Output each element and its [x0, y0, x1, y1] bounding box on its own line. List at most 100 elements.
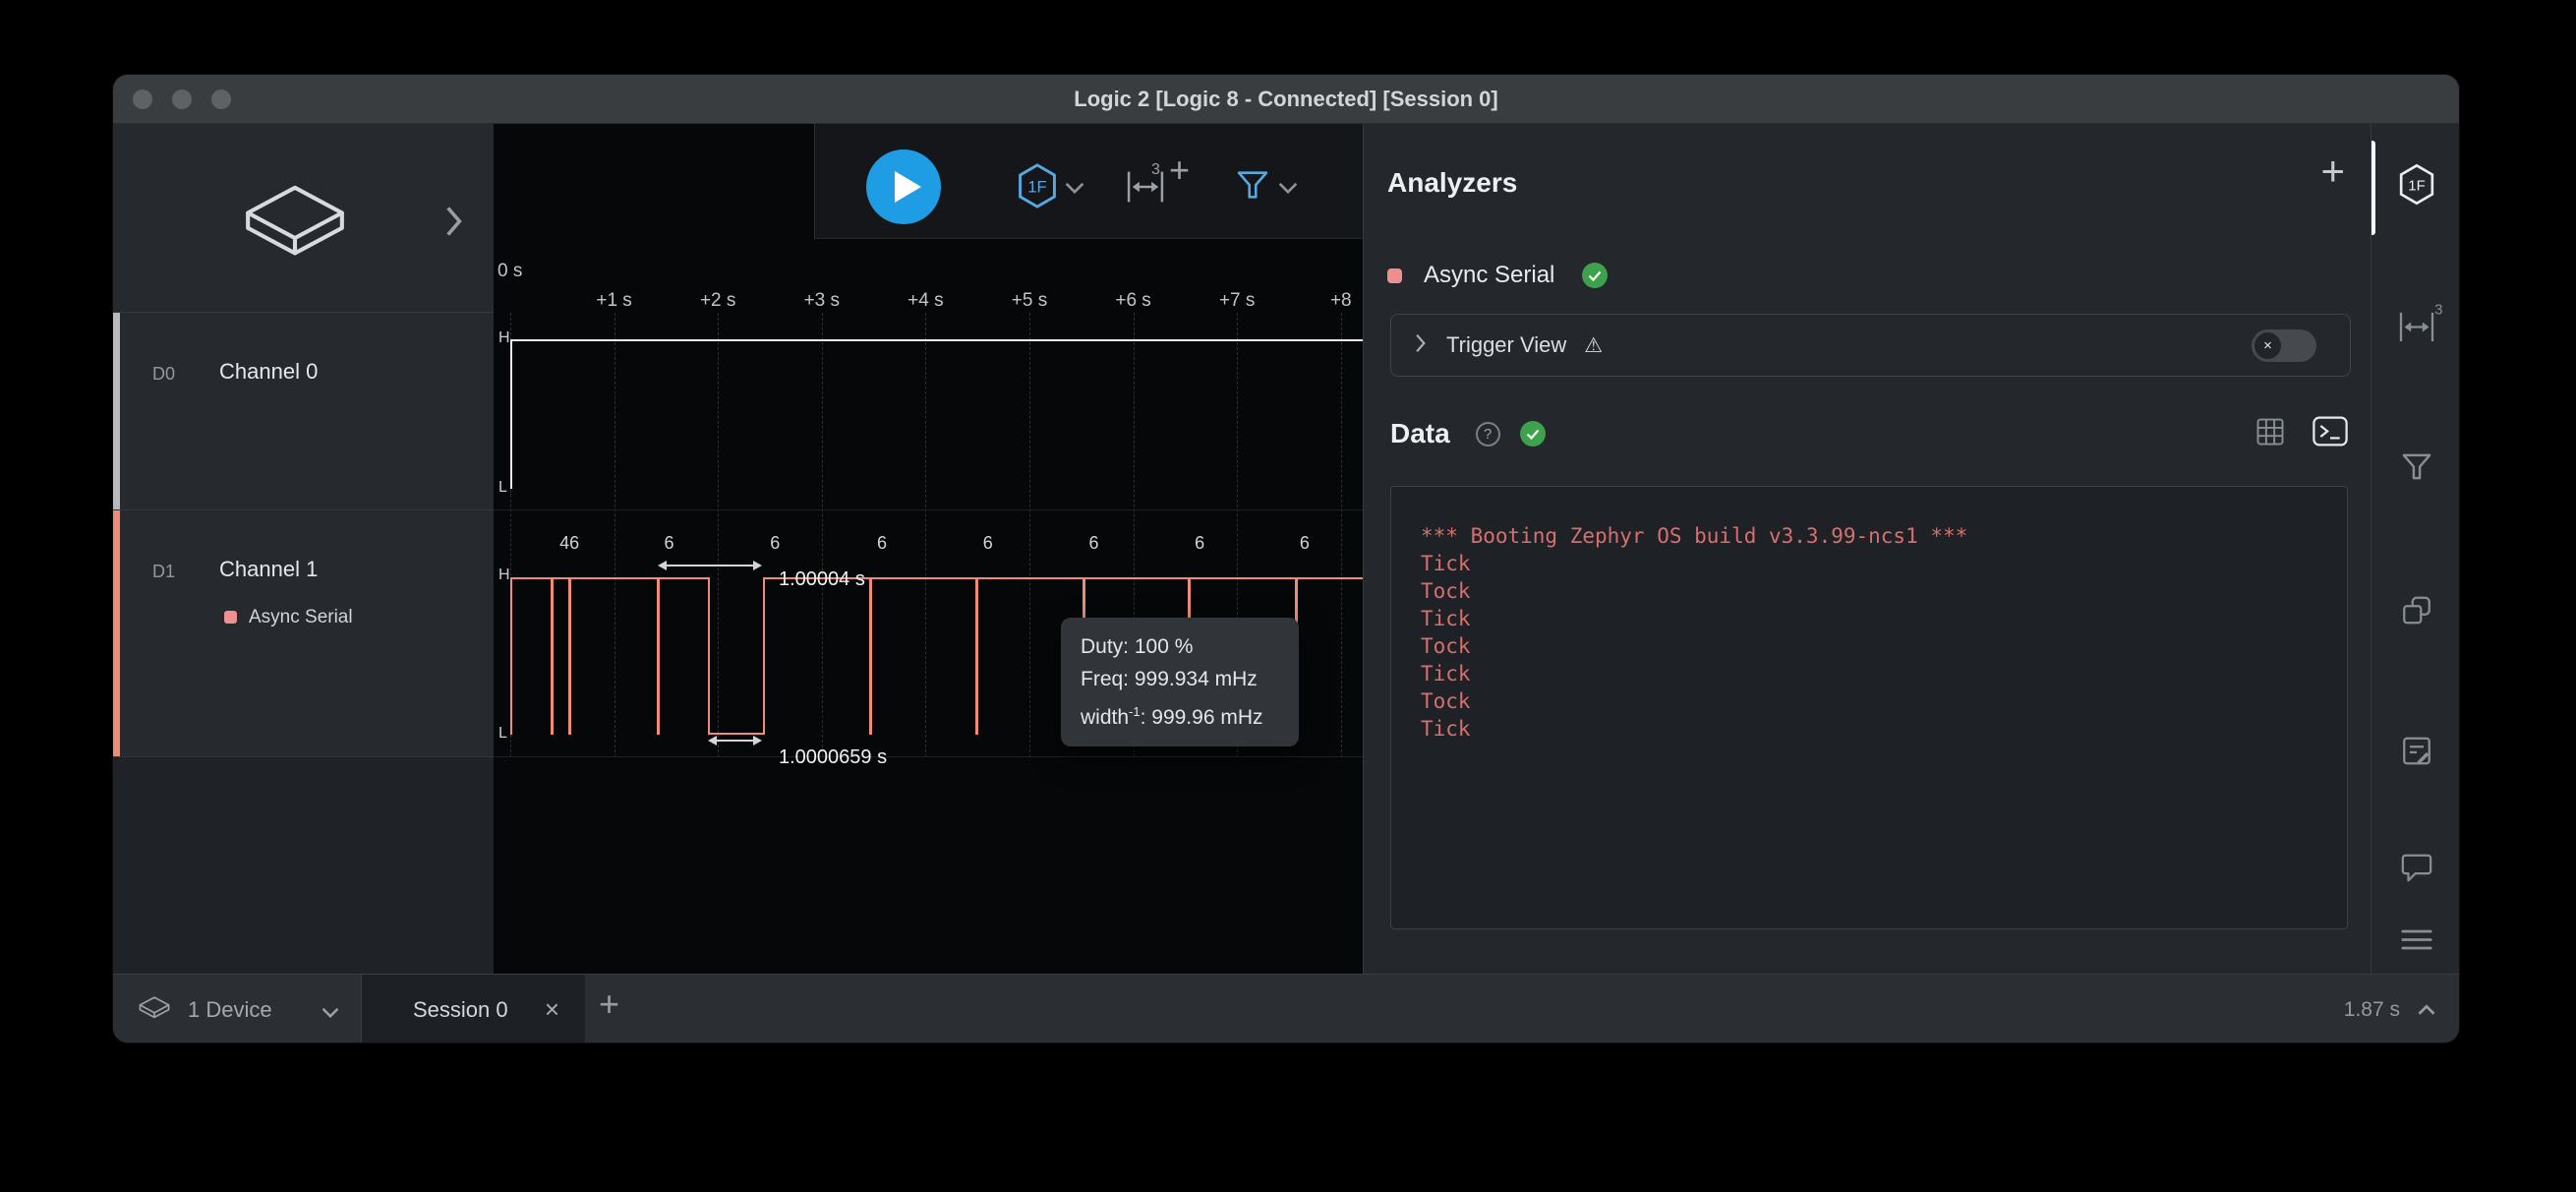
measurement-tooltip: Duty: 100 % Freq: 999.934 mHz width-1: 9…	[1061, 618, 1299, 746]
ch1-edge	[708, 577, 710, 735]
chevron-right-icon[interactable]	[1415, 333, 1427, 358]
terminal-line: Tock	[1421, 577, 2317, 605]
ch0-edge	[510, 339, 512, 489]
toggle-off-knob: ×	[2254, 332, 2281, 359]
analyzer-name: Async Serial	[1424, 262, 1554, 289]
ch1-high-line	[510, 577, 708, 579]
terminal-line: Tock	[1421, 687, 2317, 715]
terminal-line: Tick	[1421, 550, 2317, 577]
channel-name: Channel 0	[219, 359, 318, 385]
measurement-annotation-bottom: 1.0000659 s	[779, 746, 887, 769]
notes-icon	[2400, 735, 2433, 768]
table-view-button[interactable]	[2255, 417, 2285, 451]
ch1-pulse	[657, 577, 660, 735]
feedback-panel-button[interactable]	[2400, 853, 2433, 889]
measurements-count-badge: 3	[2434, 302, 2442, 319]
measure-label: 6	[983, 533, 993, 554]
close-window-button[interactable]	[133, 89, 152, 109]
device-panel[interactable]	[113, 124, 494, 313]
ch0-low-marker: L	[498, 479, 507, 497]
measure-arrow-bottom-head-left	[708, 736, 717, 745]
measure-arrow-top-head-right	[753, 561, 762, 570]
analyzer-color-dot	[1387, 268, 1402, 283]
expand-device-panel-button[interactable]	[445, 205, 463, 243]
measure-label: 6	[1195, 533, 1204, 554]
measure-label: 6	[1088, 533, 1098, 554]
bottom-bar: 1 Device Session 0 × + 1.87 s	[113, 974, 2460, 1043]
analyzer-item-async-serial[interactable]: Async Serial	[1387, 254, 2343, 297]
tooltip-duty: Duty: 100 %	[1081, 630, 1279, 663]
channel1-accent	[113, 510, 120, 756]
ch0-high-marker: H	[498, 329, 510, 347]
window-title: Logic 2 [Logic 8 - Connected] [Session 0…	[1074, 87, 1498, 112]
add-analyzer-button[interactable]: +	[2320, 148, 2345, 195]
gridline	[1029, 313, 1030, 757]
gridline	[925, 313, 926, 757]
trigger-view-row[interactable]: Trigger View ⚠ ×	[1390, 314, 2351, 377]
chat-icon	[2400, 853, 2433, 884]
device-logo-icon	[237, 181, 353, 267]
trigger-panel-button[interactable]	[2400, 450, 2433, 489]
device-selector[interactable]: 1 Device	[113, 975, 362, 1043]
ch1-high-marker: H	[498, 566, 510, 584]
measure-arrow-top-head-left	[658, 561, 667, 570]
row-separator	[494, 509, 1363, 510]
help-icon[interactable]: ?	[1476, 422, 1500, 447]
ch1-low-marker: L	[498, 725, 507, 743]
titlebar[interactable]: Logic 2 [Logic 8 - Connected] [Session 0…	[113, 75, 2459, 124]
traffic-lights	[133, 89, 231, 109]
channel-name: Channel 1	[219, 557, 318, 582]
zoom-window-button[interactable]	[211, 89, 231, 109]
app-window: Logic 2 [Logic 8 - Connected] [Session 0…	[112, 74, 2460, 1043]
warning-icon: ⚠	[1584, 333, 1603, 358]
terminal-line: *** Booting Zephyr OS build v3.3.99-ncs1…	[1421, 522, 2317, 550]
channel-id: D1	[152, 562, 175, 582]
data-section-header: Data ?	[1390, 414, 2348, 453]
waveform-area[interactable]: 1F 3 +	[494, 124, 1363, 974]
gridline	[718, 313, 719, 757]
annotations-panel-button[interactable]	[2400, 735, 2433, 773]
channel-analyzer-label: Async Serial	[249, 607, 353, 628]
trigger-view-label: Trigger View	[1446, 332, 1566, 358]
channels-sidebar: D0 Channel 0 D1 Channel 1 Async Serial	[113, 124, 494, 974]
add-session-button[interactable]: +	[599, 983, 619, 1025]
measure-label: 6	[770, 533, 780, 554]
capture-duration-control[interactable]: 1.87 s	[2344, 975, 2435, 1043]
ch1-edge	[763, 577, 765, 735]
gridline	[1341, 313, 1342, 757]
measure-label: 6	[665, 533, 674, 554]
close-session-icon[interactable]: ×	[545, 994, 559, 1025]
channel-row-1[interactable]: D1 Channel 1 Async Serial	[113, 510, 494, 757]
measurements-panel-button[interactable]: 3	[2398, 312, 2435, 348]
caliper-icon	[2398, 312, 2435, 343]
trigger-view-toggle[interactable]: ×	[2252, 329, 2316, 362]
terminal-line: Tock	[1421, 632, 2317, 660]
channel-row-0[interactable]: D0 Channel 0	[113, 313, 494, 510]
terminal-line: Tick	[1421, 605, 2317, 632]
channel0-accent	[113, 313, 120, 509]
wave-overlay[interactable]: 466666666	[494, 124, 1363, 974]
terminal-line: Tick	[1421, 715, 2317, 743]
analyzers-title: Analyzers	[1387, 167, 1517, 199]
analyzer-color-dot	[224, 611, 237, 624]
terminal-icon	[2313, 416, 2348, 447]
session-tab-label: Session 0	[413, 997, 508, 1023]
terminal-output[interactable]: *** Booting Zephyr OS build v3.3.99-ncs1…	[1390, 486, 2348, 929]
chevron-down-icon	[322, 1005, 339, 1023]
ch0-high-line	[510, 339, 1363, 341]
radix-panel-button[interactable]: 1F	[2397, 163, 2436, 211]
ch1-edge	[510, 577, 512, 735]
tooltip-freq: Freq: 999.934 mHz	[1081, 663, 1279, 695]
terminal-view-button[interactable]	[2313, 416, 2348, 451]
extensions-panel-button[interactable]	[2400, 594, 2433, 632]
session-tab[interactable]: Session 0 ×	[362, 975, 585, 1043]
main-menu-button[interactable]	[2400, 927, 2433, 958]
active-panel-indicator	[2371, 141, 2375, 235]
measure-arrow-bottom-head-right	[753, 736, 762, 745]
extensions-icon	[2400, 594, 2433, 627]
measure-arrow-top	[660, 565, 760, 566]
right-toolbar: 1F 3	[2371, 124, 2460, 974]
measure-label: 46	[559, 533, 579, 554]
minimize-window-button[interactable]	[172, 89, 192, 109]
gridline	[822, 313, 823, 757]
